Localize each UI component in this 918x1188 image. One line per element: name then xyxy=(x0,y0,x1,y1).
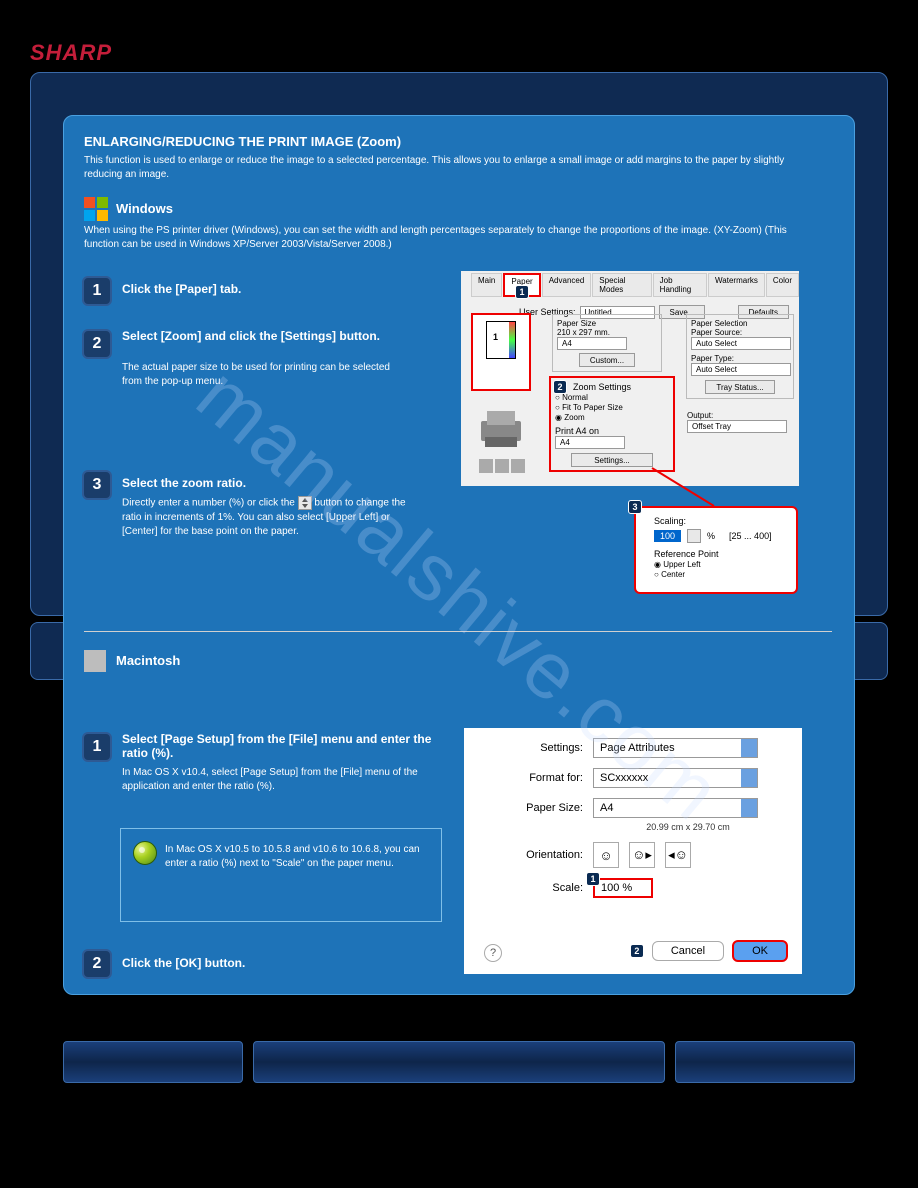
mac-cancel-button[interactable]: Cancel xyxy=(652,941,724,961)
paper-source-label: Paper Source: xyxy=(691,328,789,337)
paper-size-select[interactable]: A4 xyxy=(557,337,627,350)
windows-print-dialog: Main Paper Advanced Special Modes Job Ha… xyxy=(461,271,799,486)
spinner-icon xyxy=(298,496,312,510)
scaling-unit: % xyxy=(707,531,715,541)
tab-main[interactable]: Main xyxy=(471,273,502,297)
content-panel: ENLARGING/REDUCING THE PRINT IMAGE (Zoom… xyxy=(63,115,855,995)
radio-normal[interactable]: ○ Normal xyxy=(555,393,669,402)
callout-line xyxy=(644,466,724,511)
paper-source-select[interactable]: Auto Select xyxy=(691,337,791,350)
mac-step-2-heading: Click the [OK] button. xyxy=(122,956,245,970)
callout-badge-3: 3 xyxy=(628,500,642,514)
brand-logo: SHARP xyxy=(30,40,112,66)
mac-page-setup-dialog: Settings: Page Attributes Format for: SC… xyxy=(464,728,802,974)
paper-type-label: Paper Type: xyxy=(691,354,789,363)
mac-help-button[interactable]: ? xyxy=(484,944,502,962)
ref-center[interactable]: ○ Center xyxy=(654,570,788,579)
mac-step-badge-1: 1 xyxy=(82,732,112,762)
step-1-heading: Click the [Paper] tab. xyxy=(122,282,241,296)
mac-format-label: Format for: xyxy=(488,772,583,784)
tab-color[interactable]: Color xyxy=(766,273,799,297)
mac-callout-badge-2: 2 xyxy=(630,944,644,958)
dialog-tabs: Main Paper Advanced Special Modes Job Ha… xyxy=(461,271,799,297)
settings-button[interactable]: Settings... xyxy=(571,453,653,467)
paper-size-label: Paper Size xyxy=(557,319,657,328)
step-badge-2: 2 xyxy=(82,329,112,359)
step-3-body-a: Directly enter a number (%) or click the xyxy=(122,498,295,509)
output-label: Output: xyxy=(687,411,787,420)
windows-title: Windows xyxy=(116,201,173,216)
tab-job-handling[interactable]: Job Handling xyxy=(653,273,707,297)
tip-text: In Mac OS X v10.5 to 10.5.8 and v10.6 to… xyxy=(165,843,425,871)
mac-title: Macintosh xyxy=(116,653,180,668)
step-2-heading: Select [Zoom] and click the [Settings] b… xyxy=(122,329,402,343)
radio-zoom[interactable]: ◉ Zoom xyxy=(555,413,669,422)
paper-selection-label: Paper Selection xyxy=(691,319,789,328)
windows-icon xyxy=(84,197,108,221)
mac-settings-label: Settings: xyxy=(488,742,583,754)
paper-preview: 1 xyxy=(471,313,531,391)
mac-ok-button[interactable]: OK xyxy=(732,940,788,962)
paper-type-select[interactable]: Auto Select xyxy=(691,363,791,376)
callout-badge-2: 2 xyxy=(553,380,567,394)
tray-status-button[interactable]: Tray Status... xyxy=(705,380,774,394)
print-on-label: Print A4 on xyxy=(555,426,669,436)
page-heading: ENLARGING/REDUCING THE PRINT IMAGE (Zoom… xyxy=(84,134,401,149)
tab-advanced[interactable]: Advanced xyxy=(542,273,592,297)
nav-next-button[interactable] xyxy=(675,1041,855,1083)
orientation-portrait[interactable]: ☺ xyxy=(593,842,619,868)
zoom-settings-group: 2 Zoom Settings ○ Normal ○ Fit To Paper … xyxy=(549,376,675,472)
tab-watermarks[interactable]: Watermarks xyxy=(708,273,765,297)
mac-callout-badge-1: 1 xyxy=(586,872,600,886)
ps-note-text: When using the PS printer driver (Window… xyxy=(84,225,762,236)
intro-text: This function is used to enlarge or redu… xyxy=(84,154,824,182)
paper-size-dims: 210 x 297 mm. xyxy=(557,328,657,337)
tip-box: In Mac OS X v10.5 to 10.5.8 and v10.6 to… xyxy=(120,828,442,922)
ref-upper-left[interactable]: ◉ Upper Left xyxy=(654,560,788,569)
step-badge-1: 1 xyxy=(82,276,112,306)
step-2-body: The actual paper size to be used for pri… xyxy=(122,361,412,389)
mac-format-select[interactable]: SCxxxxxx xyxy=(593,768,758,788)
print-on-select[interactable]: A4 xyxy=(555,436,625,449)
mac-settings-select[interactable]: Page Attributes xyxy=(593,738,758,758)
paper-selection-group: Paper Selection Paper Source: Auto Selec… xyxy=(686,314,794,399)
nav-prev-button[interactable] xyxy=(63,1041,243,1083)
tab-special-modes[interactable]: Special Modes xyxy=(592,273,651,297)
step-3-heading: Select the zoom ratio. xyxy=(122,476,246,490)
mac-paper-dims: 20.99 cm x 29.70 cm xyxy=(574,822,802,832)
orientation-landscape-right[interactable]: ◂☺ xyxy=(665,842,691,868)
mac-step-badge-2: 2 xyxy=(82,949,112,979)
mac-paper-size-label: Paper Size: xyxy=(488,802,583,814)
macintosh-icon xyxy=(84,650,106,672)
step-3-body: Directly enter a number (%) or click the… xyxy=(122,496,422,539)
orientation-landscape-left[interactable]: ☺▸ xyxy=(629,842,655,868)
scaling-spinner[interactable] xyxy=(687,529,701,543)
tip-icon xyxy=(133,841,157,865)
scaling-range: [25 ... 400] xyxy=(729,531,772,541)
mac-scale-input[interactable]: 100 % xyxy=(593,878,653,898)
zoom-settings-label: Zoom Settings xyxy=(573,382,669,392)
custom-button[interactable]: Custom... xyxy=(579,353,635,367)
mac-orientation-label: Orientation: xyxy=(488,849,583,861)
paper-size-group: Paper Size 210 x 297 mm. A4 Custom... xyxy=(552,314,662,372)
printer-icon xyxy=(477,409,525,449)
tray-icon xyxy=(477,455,527,477)
bottom-nav xyxy=(63,1041,855,1083)
scaling-input[interactable]: 100 xyxy=(654,530,681,542)
output-select[interactable]: Offset Tray xyxy=(687,420,787,433)
scaling-label: Scaling: xyxy=(654,516,788,526)
step-badge-3: 3 xyxy=(82,470,112,500)
mac-scale-label: Scale: xyxy=(488,882,583,894)
ps-driver-note: When using the PS printer driver (Window… xyxy=(84,224,824,252)
callout-badge-1: 1 xyxy=(515,285,529,299)
mac-paper-size-select[interactable]: A4 xyxy=(593,798,758,818)
mac-step-1-body: In Mac OS X v10.4, select [Page Setup] f… xyxy=(122,766,432,794)
scaling-callout: 3 Scaling: 100 % [25 ... 400] Reference … xyxy=(634,506,798,594)
radio-fit[interactable]: ○ Fit To Paper Size xyxy=(555,403,669,412)
ref-point-label: Reference Point xyxy=(654,549,788,559)
section-divider xyxy=(84,631,832,632)
nav-center-button[interactable] xyxy=(253,1041,665,1083)
mac-step-1-heading: Select [Page Setup] from the [File] menu… xyxy=(122,732,432,760)
